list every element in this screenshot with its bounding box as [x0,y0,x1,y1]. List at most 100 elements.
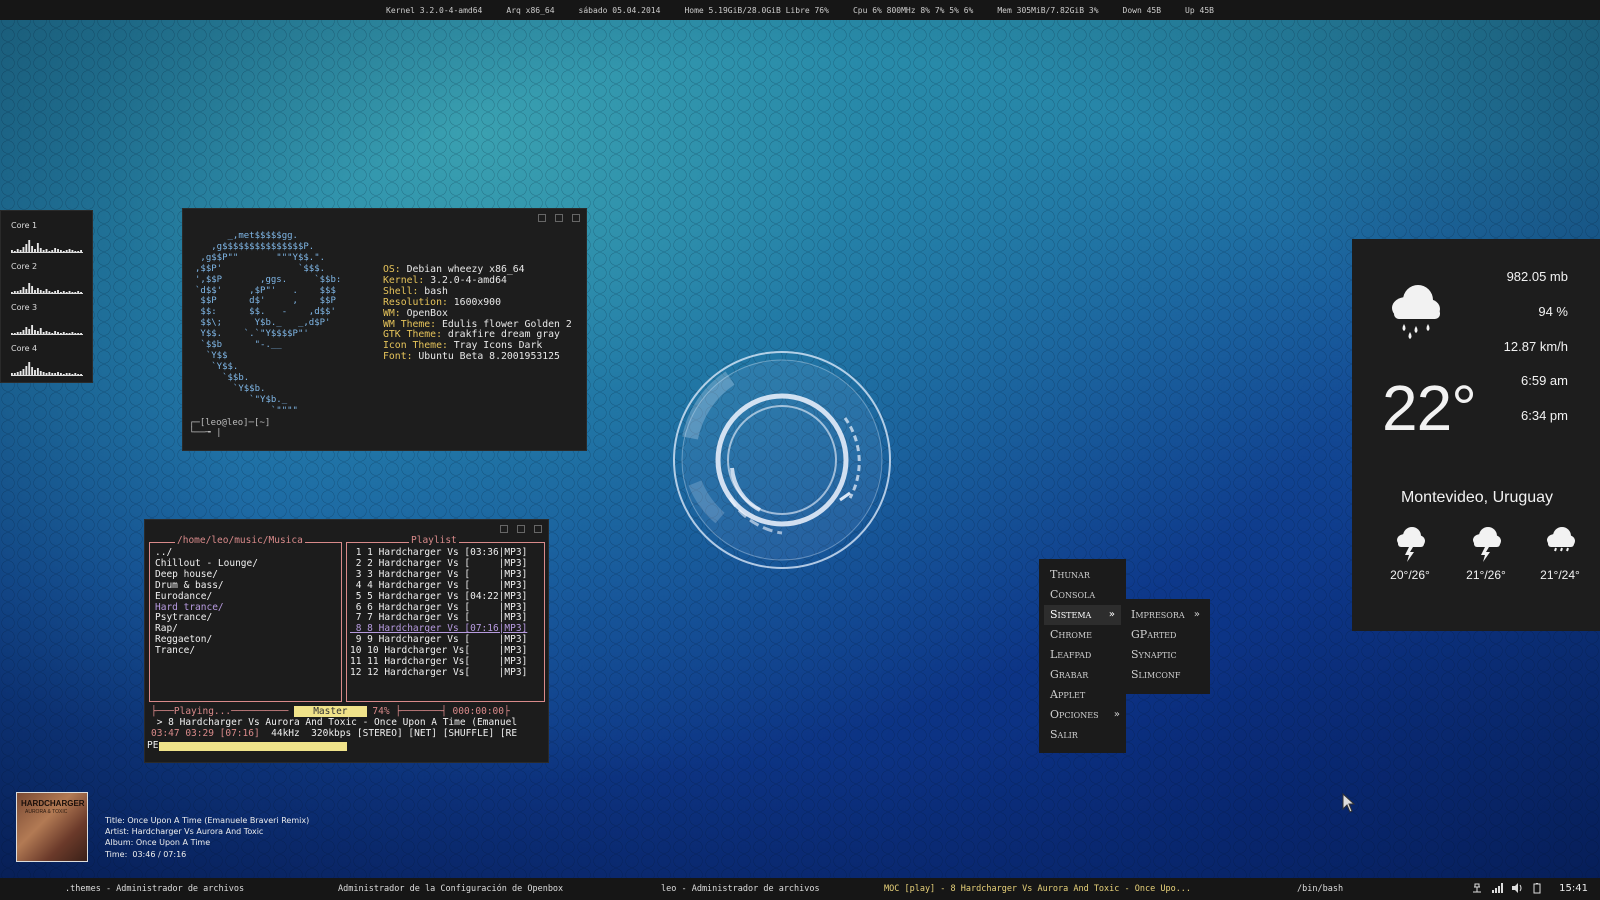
debian-ascii-logo: _,met$$$$$gg. ,g$$$$$$$$$$$$$$$P. ,g$$P"… [195,231,342,416]
signal-icon[interactable] [1491,882,1504,894]
menu-item-chrome[interactable]: Chrome [1039,625,1126,645]
playlist-item[interactable]: 5 5 Hardcharger Vs [04:22|MP3] [350,591,528,603]
core-label: Core 4 [11,344,38,353]
submenu-item-synaptic[interactable]: Synaptic [1126,645,1210,665]
task-leo-file-manager[interactable]: leo - Administrador de archivos [661,884,820,894]
system-info-key: OS: [383,264,407,275]
core-label: Core 1 [11,221,38,230]
playback-info: 03:47 03:29 [07:16] 44kHz 320kbps [STERE… [151,728,517,740]
album-cover-title: HARDCHARGER [21,799,85,808]
maximize-button[interactable] [555,214,563,222]
submenu-item-slimconf[interactable]: Slimconf [1126,665,1210,685]
playlist-list[interactable]: 1 1 Hardcharger Vs [03:36|MP3] 2 2 Hardc… [350,547,528,679]
menu-item-grabar[interactable]: Grabar [1039,665,1126,685]
battery-icon[interactable] [1531,882,1543,894]
playlist-item[interactable]: 4 4 Hardcharger Vs [ |MP3] [350,580,528,592]
menu-item-opciones[interactable]: Opciones » [1039,705,1126,725]
core-activity-bar [25,289,28,293]
directory-item[interactable]: Eurodance/ [155,591,258,603]
system-info-key: Shell: [383,285,425,297]
master-volume-bar[interactable]: Master [294,706,367,717]
volume-value: 74% [372,706,390,717]
menu-item-consola[interactable]: Consola [1039,585,1126,605]
playlist-pane[interactable]: Playlist 1 1 Hardcharger Vs [03:36|MP3] … [346,535,545,702]
directory-item[interactable]: Drum & bass/ [155,580,258,592]
core-activity-bar [36,288,39,293]
core-activity-bar [45,331,48,334]
menu-item-label: Impresora [1131,608,1185,621]
task-themes-file-manager[interactable]: .themes - Administrador de archivos [65,884,244,894]
directory-list[interactable]: ../Chillout - Lounge/Deep house/Drum & b… [155,547,258,657]
moc-player-window[interactable]: /home/leo/music/Musica ../Chillout - Lou… [144,519,549,763]
menu-item-thunar[interactable]: Thunar [1039,565,1126,585]
menu-item-applet[interactable]: Applet [1039,685,1126,705]
cpu-cores-widget: Core 1 Core 2 Core 3 Core 4 [0,210,93,383]
mouse-cursor-icon [1342,793,1356,813]
core-activity-bar [34,290,36,293]
maximize-button[interactable] [517,525,525,533]
submenu-item-gparted[interactable]: GParted [1126,625,1210,645]
arch-status: Arq x86_64 [506,5,555,15]
core-activity-bar [74,292,77,293]
core-activity-bar [57,290,59,293]
core-activity-graph [11,283,83,294]
playback-progress-bar[interactable] [159,742,348,751]
core-activity-bar [48,372,51,375]
thunderstorm-icon [1397,527,1425,562]
network-icon[interactable] [1471,882,1483,894]
core-activity-bar [68,291,71,293]
menu-item-sistema[interactable]: Sistema » [1044,605,1121,625]
core-activity-bar [77,333,80,334]
window-buttons [500,525,542,533]
window-buttons [538,214,580,222]
volume-icon[interactable] [1511,882,1523,894]
core-activity-bar [62,291,65,293]
core-activity-bar [59,292,62,293]
core-activity-bar [31,325,34,334]
core-activity-bar [13,251,16,252]
track-album: Album: Once Upon A Time [105,838,211,848]
core-activity-bar [13,333,16,334]
terminal-window[interactable]: _,met$$$$$gg. ,g$$$$$$$$$$$$$$$P. ,g$$P"… [182,208,587,451]
close-button[interactable] [572,214,580,222]
playlist-item[interactable]: 12 12 Hardcharger Vs[ |MP3] [350,667,527,679]
core-graph-3: Core 3 [11,303,83,340]
menu-item-label: Thunar [1050,568,1090,581]
menu-item-leafpad[interactable]: Leafpad [1039,645,1126,665]
core-activity-bar [39,371,42,375]
submenu-item-impresora[interactable]: Impresora » [1126,605,1210,625]
core-activity-bar [25,327,28,334]
clock[interactable]: 15:41 [1559,883,1588,894]
menu-item-salir[interactable]: Salir [1039,725,1126,745]
core-activity-bar [54,291,57,293]
core-activity-bar [68,333,71,334]
directory-item[interactable]: Trance/ [155,645,258,657]
system-info-key: Resolution: [383,296,454,308]
menu-item-label: GParted [1131,628,1177,641]
core-activity-bar [74,333,77,334]
core-activity-graph [11,240,83,253]
directory-pane[interactable]: /home/leo/music/Musica ../Chillout - Lou… [149,535,342,702]
core-activity-graph [11,362,83,376]
core-activity-bar [51,250,54,252]
system-info-key: WM Theme: [383,318,442,330]
iconify-button[interactable] [538,214,546,222]
core-activity-bar [42,372,45,375]
close-button[interactable] [534,525,542,533]
core-activity-bar [22,369,25,375]
task-openbox-config[interactable]: Administrador de la Configuración de Ope… [338,884,563,894]
core-activity-bar [80,374,82,375]
master-label: Master [313,706,348,717]
system-info-value: Debian wheezy x86_64 [406,264,525,275]
shell-prompt[interactable]: ┌─[leo@leo]─[~] └──╼ | [189,418,270,438]
core-label: Core 2 [11,262,38,271]
iconify-button[interactable] [500,525,508,533]
task-bash-terminal[interactable]: /bin/bash [1297,884,1343,894]
task-moc-player[interactable]: MOC [play] - 8 Hardcharger Vs Aurora And… [884,884,1191,894]
core-activity-bar [65,292,68,293]
core-activity-bar [19,332,22,334]
system-info-value: 3.2.0-4-amd64 [430,274,507,286]
core-activity-bar [51,333,54,334]
weather-widget: 982.05 mb 94 % 12.87 km/h 6:59 am 6:34 p… [1352,239,1600,631]
core-activity-bar [11,333,13,334]
